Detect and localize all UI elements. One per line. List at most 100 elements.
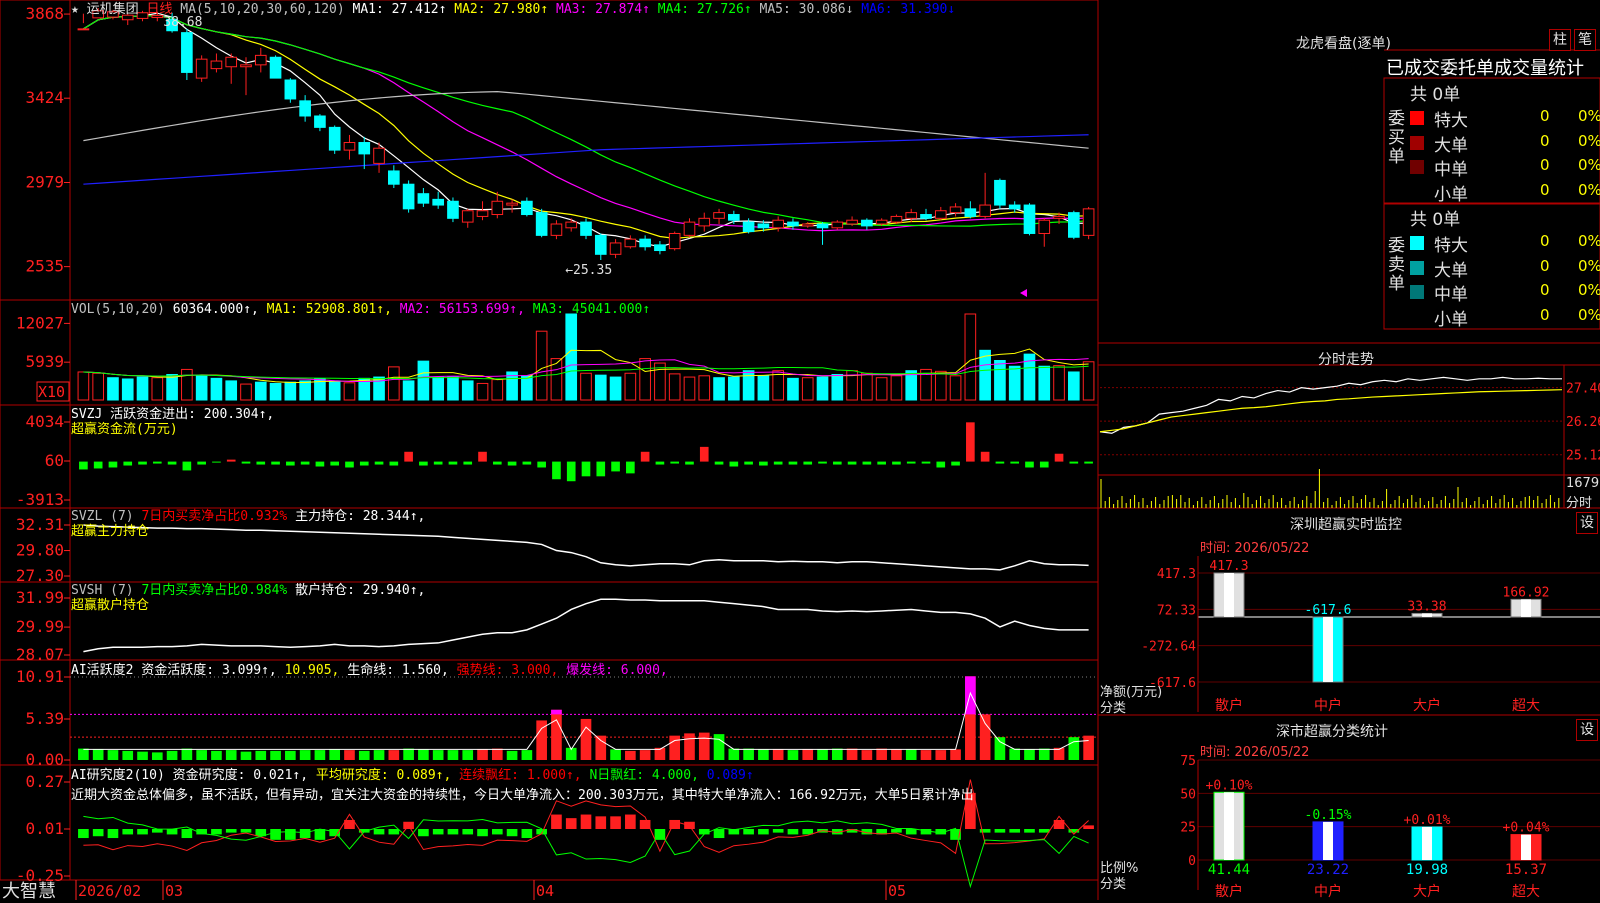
vol-bar (654, 362, 666, 401)
sell-row-label: 中单 (1434, 285, 1468, 305)
buy-row-count: 0 (1540, 131, 1550, 150)
vol-legend: VOL(5,10,20) 60364.000↑, MA1: 52908.801↑… (71, 302, 650, 317)
svzj-bar (226, 459, 236, 462)
buy-row: 中单 0 0% (1410, 155, 1600, 180)
svzj-bar (744, 461, 753, 465)
sz-tick-label: 72.33 (1157, 603, 1196, 618)
svzj-bar (404, 451, 413, 462)
ai-active-tick-label: 5.39 (25, 709, 64, 728)
ai-active-tick-label: 0.00 (25, 750, 64, 769)
candle (713, 212, 725, 219)
buy-row: 大单 0 0% (1410, 131, 1600, 156)
ai-active-bar (388, 750, 400, 760)
svzj-bar (832, 461, 842, 465)
candle (757, 223, 770, 229)
ai-research-bar (285, 829, 296, 840)
main-chart-area[interactable]: 3868 3424 2979 2535 38.68 ←25.35 ★ 运机集团 日线 MA(… (0, 0, 1600, 900)
svzj-bar (389, 461, 399, 466)
sz-bar-highlight (1521, 599, 1531, 617)
price-tick-label: 2979 (25, 173, 64, 192)
candle (861, 219, 873, 227)
vol-bar (801, 377, 814, 401)
candle (314, 115, 326, 128)
candle (447, 200, 459, 219)
ai-active-bar (329, 749, 341, 760)
vol-bar (195, 375, 208, 401)
candle (358, 142, 371, 155)
vol-bar (136, 376, 149, 401)
ma-legend-item: 日线 (139, 2, 173, 17)
buy-row-swatch (1410, 111, 1424, 125)
tick-mode-button[interactable]: 笔 (1574, 29, 1596, 51)
svzj-bar (448, 461, 458, 465)
ai-active-bar (521, 750, 533, 760)
svzj-bar (300, 461, 310, 465)
candle (890, 215, 903, 223)
bar-mode-button[interactable]: 柱 (1549, 29, 1571, 51)
svzj-bar (433, 461, 443, 465)
candle (535, 212, 548, 236)
ai-research-bar (1009, 829, 1021, 833)
candle (624, 238, 637, 248)
svzj-bar (463, 461, 473, 465)
candle (254, 54, 267, 66)
ai-active-legend-item: 强势线: 3.000, (449, 662, 558, 678)
ai-research-bar (491, 829, 503, 835)
ai-active-bar (758, 749, 769, 760)
candle (77, 28, 90, 31)
ss-settings-button[interactable]: 设 (1576, 719, 1598, 741)
ai-active-tick-label: 10.91 (16, 667, 64, 686)
ai-active-bar (122, 750, 134, 760)
vol-bar (402, 380, 415, 401)
ai-research-bar (891, 829, 902, 833)
ss-change-label: +0.10% (1206, 778, 1253, 793)
ma-line (83, 15, 1089, 240)
svzj-bar (315, 461, 325, 467)
svzj-bar (537, 461, 546, 468)
candle (476, 210, 489, 217)
ai-active-bar (831, 748, 843, 760)
candle (506, 202, 518, 206)
fs-unit-label: 分时 (1566, 496, 1593, 511)
ai-research-bar (299, 829, 311, 839)
ai-active-bar (432, 750, 444, 760)
cursor-marker (1020, 289, 1027, 297)
ma6-line (83, 134, 1089, 185)
ai-active-bar (1068, 737, 1080, 760)
svzj-bar (921, 461, 931, 464)
sz-settings-button[interactable]: 设 (1576, 512, 1598, 534)
ai-research-bar (388, 829, 400, 835)
vol-bar (461, 380, 474, 401)
ai-research-bar (373, 829, 385, 835)
ai-research-tick-label: 0.01 (25, 819, 64, 838)
ai-active-bar (595, 735, 607, 760)
ai-research-legend-item: N日飘红: 4.000, (582, 767, 699, 783)
svzj-legend-item: SVZJ 活跃资金进出: 200.304↑, (71, 406, 274, 422)
vol-bar (787, 377, 799, 401)
svzj-tick-label: 4034 (25, 412, 64, 431)
ss-tick-label: 75 (1180, 754, 1196, 769)
vol-legend-item: 60364.000↑, (165, 302, 259, 317)
sz-category-title: 分类 (1100, 701, 1127, 716)
ss-value-label: 19.98 (1406, 862, 1448, 878)
vol-bar (683, 376, 696, 401)
ai-active-bar (817, 749, 828, 760)
ma-legend-item: MA4: 27.726↑ (650, 2, 752, 17)
vol-bar (388, 366, 400, 401)
ai-research-bar (418, 829, 429, 837)
ai-active-bar (477, 749, 488, 760)
sz-tick-label: 417.3 (1157, 567, 1196, 582)
svzj-bar (182, 461, 192, 471)
candle (580, 221, 592, 236)
svzj-bar (951, 461, 960, 466)
vol-bar (476, 382, 489, 401)
sell-row-pct: 0% (1578, 256, 1600, 275)
low-annotation: ←25.35 (565, 263, 612, 278)
candle (240, 64, 252, 68)
fs-title: 分时走势 (1318, 352, 1374, 368)
svzl-tick-label: 29.80 (16, 541, 64, 560)
ai-active-bar (196, 750, 207, 760)
fs-avg-line (1099, 389, 1563, 433)
buy-row-label: 特大 (1434, 111, 1468, 131)
svzj-legend: SVZJ 活跃资金进出: 200.304↑, (71, 406, 274, 422)
